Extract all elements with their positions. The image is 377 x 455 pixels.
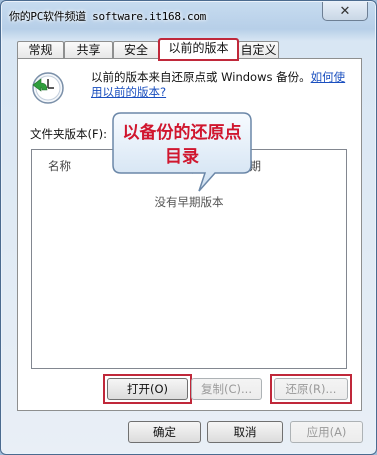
tab-sharing[interactable]: 共享	[64, 41, 113, 59]
tab-general[interactable]: 常规	[17, 41, 64, 59]
description: 以前的版本来自还原点或 Windows 备份。	[91, 70, 311, 84]
apply-button[interactable]: 应用(A)	[290, 421, 363, 443]
callout-text: 以备份的还原点目录	[122, 123, 242, 167]
window-title: 你的PC软件频道 software.it168.com	[9, 10, 206, 23]
open-button[interactable]: 打开(O)	[107, 378, 188, 400]
copy-button[interactable]: 复制(C)...	[191, 378, 262, 400]
restore-clock-icon	[32, 72, 64, 104]
description-text: 以前的版本来自还原点或 Windows 备份。如何使用以前的版本?	[91, 70, 353, 100]
annotation-callout: 以备份的还原点目录	[109, 109, 255, 197]
close-icon: ✕	[339, 3, 351, 19]
tab-security[interactable]: 安全	[113, 41, 159, 59]
ok-button[interactable]: 确定	[128, 421, 201, 443]
tab-previous-versions[interactable]: 以前的版本	[158, 38, 239, 61]
tab-customize[interactable]: 自定义	[238, 41, 279, 59]
list-label: 文件夹版本(F):	[30, 127, 107, 141]
properties-dialog: 你的PC软件频道 software.it168.com ✕ 常规 共享 安全 以…	[0, 0, 377, 455]
restore-button[interactable]: 还原(R)...	[274, 378, 348, 400]
close-button[interactable]: ✕	[322, 2, 368, 21]
title-bar[interactable]: 你的PC软件频道 software.it168.com ✕	[1, 1, 377, 31]
column-header-name[interactable]: 名称	[48, 158, 71, 174]
cancel-button[interactable]: 取消	[207, 421, 283, 443]
